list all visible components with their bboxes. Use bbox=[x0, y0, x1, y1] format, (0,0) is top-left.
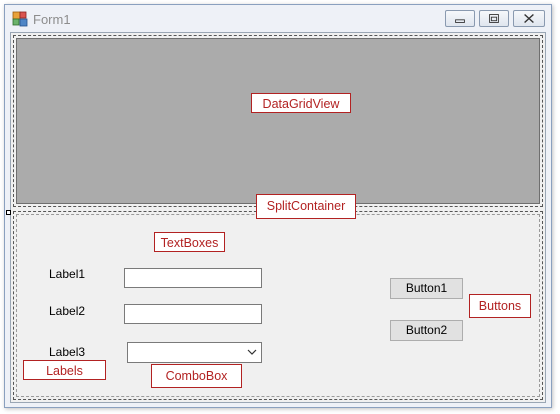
split-container-panel1 bbox=[13, 35, 543, 207]
split-container-selection-handle[interactable] bbox=[6, 210, 11, 215]
maximize-icon bbox=[489, 14, 499, 23]
button1[interactable]: Button1 bbox=[390, 278, 463, 299]
minimize-button[interactable] bbox=[445, 10, 475, 27]
combobox[interactable] bbox=[127, 342, 262, 363]
label2: Label2 bbox=[49, 304, 86, 318]
close-button[interactable] bbox=[513, 10, 545, 27]
callout-datagridview: DataGridView bbox=[251, 93, 351, 113]
label1: Label1 bbox=[49, 267, 86, 281]
label3: Label3 bbox=[49, 345, 86, 359]
callout-labels: Labels bbox=[23, 360, 106, 380]
callout-textboxes: TextBoxes bbox=[154, 232, 225, 252]
close-icon bbox=[524, 14, 534, 23]
winforms-form-icon bbox=[12, 11, 28, 27]
maximize-button[interactable] bbox=[479, 10, 509, 27]
data-grid-view[interactable] bbox=[16, 38, 540, 204]
title-bar[interactable]: Form1 bbox=[5, 5, 551, 33]
callout-combobox: ComboBox bbox=[151, 364, 242, 388]
textbox1[interactable] bbox=[124, 268, 262, 288]
minimize-icon bbox=[455, 19, 465, 23]
button2[interactable]: Button2 bbox=[390, 320, 463, 341]
chevron-down-icon bbox=[247, 349, 257, 355]
textbox2[interactable] bbox=[124, 304, 262, 324]
callout-buttons: Buttons bbox=[469, 294, 531, 318]
window-title: Form1 bbox=[33, 12, 71, 27]
callout-splitcontainer: SplitContainer bbox=[256, 194, 356, 219]
